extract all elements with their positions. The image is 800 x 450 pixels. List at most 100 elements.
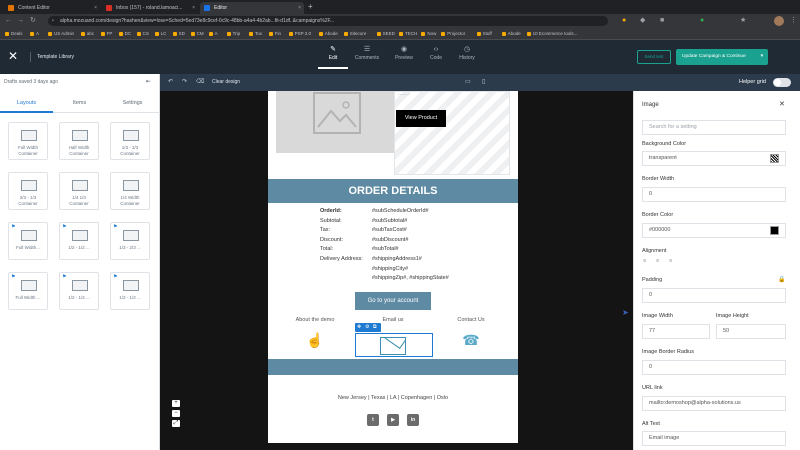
linkedin-icon[interactable]: in: [407, 414, 419, 426]
tab-history[interactable]: ◷ History: [452, 45, 482, 69]
reload-icon[interactable]: ↻: [30, 16, 36, 26]
bookmark-item[interactable]: abc: [80, 29, 94, 39]
tab-edit[interactable]: ✎ Edit: [318, 45, 348, 69]
bookmark-item[interactable]: TECH: [398, 29, 417, 39]
duplicate-icon[interactable]: ⧉: [373, 323, 377, 332]
url-link-input[interactable]: mailto:demoshop@alpha-solutions.us: [642, 396, 786, 411]
layout-card[interactable]: ⚑ 1/2 - 1/2 ...: [59, 222, 99, 260]
layout-card[interactable]: 1/4 Width Container: [110, 172, 150, 210]
layout-card[interactable]: 1/3 - 2/3 Container: [110, 122, 150, 160]
bookmark-item[interactable]: Fin: [268, 29, 281, 39]
bookmark-item[interactable]: Abode: [501, 29, 521, 39]
bookmark-item[interactable]: CM: [190, 29, 204, 39]
product-image-placeholder[interactable]: [276, 91, 394, 153]
border-color-input[interactable]: #000000: [642, 223, 786, 238]
tab-layouts[interactable]: Layouts: [0, 100, 53, 106]
image-width-input[interactable]: 77: [642, 324, 710, 339]
layout-card[interactable]: Full Width Container: [8, 122, 48, 160]
send-test-button[interactable]: Send test: [637, 50, 671, 64]
layout-card[interactable]: ⚑ Full Width...: [8, 222, 48, 260]
bookmark-item[interactable]: Stuff: [476, 29, 492, 39]
tab-settings[interactable]: Settings: [106, 100, 159, 106]
product-details-column[interactable]: [394, 91, 510, 175]
browser-tab-editor[interactable]: Editor ×: [200, 2, 304, 14]
update-campaign-button[interactable]: Update Campaign & Continue ▾: [676, 49, 768, 65]
extension-icon[interactable]: ●: [700, 16, 704, 26]
template-library-link[interactable]: Template Library: [30, 52, 74, 62]
move-icon[interactable]: ✥: [357, 323, 361, 332]
bookmark-item[interactable]: A: [29, 29, 39, 39]
close-editor-button[interactable]: ✕: [8, 50, 18, 62]
layout-card[interactable]: 2/3 - 1/3 Container: [8, 172, 48, 210]
border-color-swatch[interactable]: [770, 226, 779, 235]
browser-tab-content-editor[interactable]: Content Editor ×: [4, 2, 100, 14]
close-tab-icon[interactable]: ×: [192, 2, 195, 14]
undo-icon[interactable]: ↶: [168, 77, 173, 87]
bookmark-item[interactable]: Abode: [318, 29, 338, 39]
border-width-input[interactable]: 0: [642, 187, 786, 202]
contact-us-column[interactable]: Contact Us ☎: [432, 316, 510, 358]
forward-arrow-icon[interactable]: →: [17, 16, 24, 26]
bookmark-item[interactable]: LC: [154, 29, 166, 39]
desktop-view-icon[interactable]: ▭: [465, 77, 471, 87]
background-color-input[interactable]: transparent: [642, 151, 786, 166]
image-height-input[interactable]: 50: [716, 324, 786, 339]
transparent-swatch-icon[interactable]: [770, 154, 779, 163]
twitter-icon[interactable]: t: [367, 414, 379, 426]
bookmark-item[interactable]: Tox: [248, 29, 262, 39]
layout-card[interactable]: ⚑ 1/2 - 1/2 ...: [110, 272, 150, 310]
extension-icon[interactable]: ●: [622, 16, 626, 26]
collapse-panel-icon[interactable]: ⇤: [146, 78, 151, 85]
bookmark-item[interactable]: A: [208, 29, 218, 39]
bookmark-item[interactable]: PSP 2.0: [288, 29, 311, 39]
browser-tab-inbox[interactable]: Inbox (157) - roland.lamoaci... ×: [102, 2, 198, 14]
helper-grid-toggle[interactable]: [773, 78, 791, 87]
clear-design-icon[interactable]: ⌫: [196, 77, 204, 87]
bookmark-item[interactable]: CS: [136, 29, 149, 39]
layout-card[interactable]: ⚑ 1/2 - 1/2 ...: [59, 272, 99, 310]
extension-icon[interactable]: ■: [660, 16, 664, 26]
profile-avatar[interactable]: [774, 16, 784, 26]
bookmark-item[interactable]: US Admin: [47, 29, 74, 39]
selected-image-outline[interactable]: [355, 333, 433, 357]
zoom-out-button[interactable]: −: [172, 410, 180, 417]
mobile-view-icon[interactable]: ▯: [482, 77, 485, 87]
order-details-header[interactable]: ORDER DETAILS: [268, 179, 518, 203]
new-tab-button[interactable]: +: [308, 1, 313, 13]
back-arrow-icon[interactable]: ←: [5, 16, 12, 26]
bookmark-item[interactable]: Sitecore: [343, 29, 366, 39]
bookmark-item[interactable]: SD: [172, 29, 185, 39]
fit-screen-button[interactable]: ⤢: [172, 420, 180, 427]
browser-menu-icon[interactable]: ⋮: [790, 16, 797, 26]
bookmark-item[interactable]: Trip: [226, 29, 240, 39]
border-radius-input[interactable]: 0: [642, 360, 786, 375]
align-right-icon[interactable]: ≡: [669, 258, 672, 264]
alt-text-input[interactable]: Email image: [642, 431, 786, 446]
bookmark-item[interactable]: SEED: [376, 29, 395, 39]
zoom-in-button[interactable]: +: [172, 400, 180, 407]
lock-icon[interactable]: 🔒: [778, 276, 785, 283]
extension-icon[interactable]: ★: [740, 16, 746, 26]
layout-card[interactable]: Half Width Container: [59, 122, 99, 160]
footer-band[interactable]: [268, 359, 518, 375]
align-center-icon[interactable]: ≡: [656, 258, 659, 264]
gear-icon[interactable]: ⚙: [365, 323, 369, 332]
bookmark-item[interactable]: FP: [100, 29, 112, 39]
bookmark-item[interactable]: Now: [420, 29, 436, 39]
close-panel-icon[interactable]: ✕: [779, 100, 785, 108]
align-left-icon[interactable]: ≡: [643, 258, 646, 264]
close-tab-icon[interactable]: ×: [298, 2, 301, 14]
about-demo-column[interactable]: About the demo ☝: [276, 316, 354, 358]
tab-items[interactable]: Items: [53, 100, 106, 106]
layout-card[interactable]: ⚑ 1/3 - 2/3 ...: [110, 222, 150, 260]
close-tab-icon[interactable]: ×: [94, 2, 97, 14]
redo-icon[interactable]: ↷: [182, 77, 187, 87]
bookmark-item[interactable]: DC: [118, 29, 131, 39]
extension-icon[interactable]: ◆: [640, 16, 645, 26]
bookmark-item[interactable]: 10 Ecommerce tools...: [526, 29, 577, 39]
tab-code[interactable]: ‹› Code: [421, 45, 451, 69]
padding-input[interactable]: 0: [642, 288, 786, 303]
bookmark-item[interactable]: Deals: [4, 29, 23, 39]
url-input[interactable]: • alpha.mozuand.com/design?hashen&view=l…: [48, 16, 608, 26]
layout-card[interactable]: ⚑ Full Width ...: [8, 272, 48, 310]
